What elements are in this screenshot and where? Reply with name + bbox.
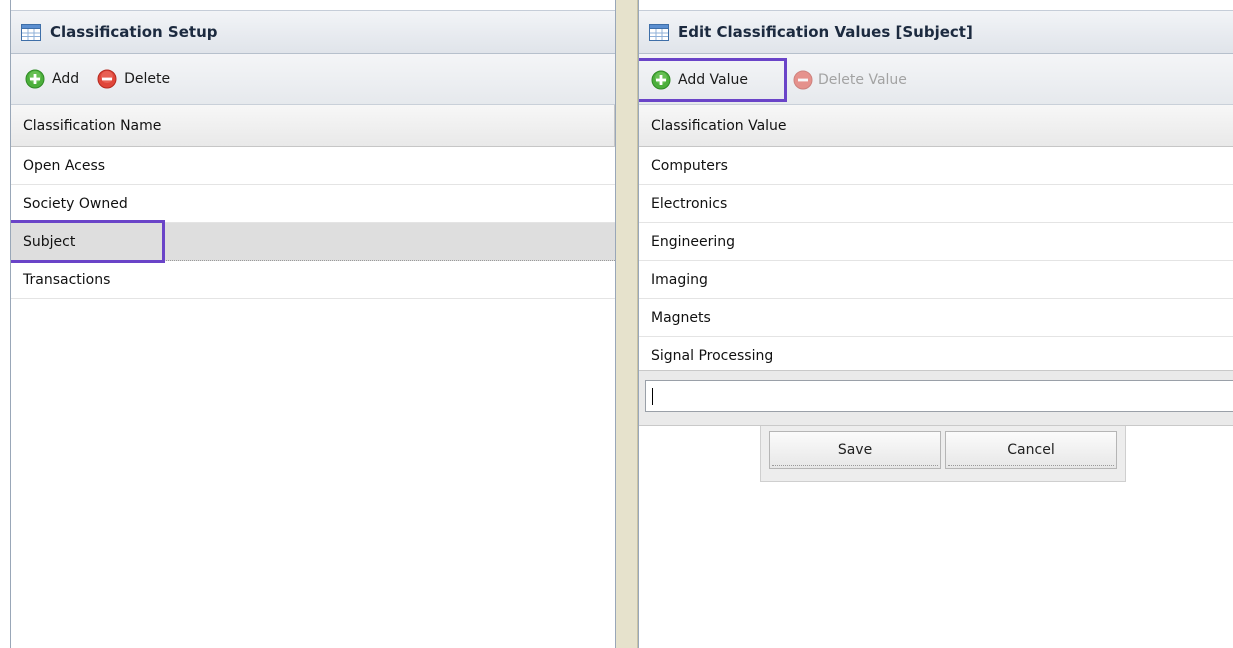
column-header-label: Classification Value bbox=[651, 117, 787, 134]
classification-setup-header: Classification Setup bbox=[11, 10, 615, 54]
add-value-label: Add Value bbox=[678, 72, 748, 88]
classification-setup-panel: Classification Setup Add Delete Classifi… bbox=[10, 0, 616, 648]
add-value-button[interactable]: Add Value bbox=[639, 58, 787, 102]
panel-title: Classification Setup bbox=[50, 23, 218, 41]
row-label: Signal Processing bbox=[651, 348, 774, 364]
values-toolbar: Add Value Delete Value bbox=[639, 54, 1233, 105]
delete-classification-button[interactable]: Delete bbox=[97, 69, 170, 89]
delete-value-button[interactable]: Delete Value bbox=[793, 70, 907, 90]
add-label: Add bbox=[52, 71, 80, 87]
row-label: Subject bbox=[23, 233, 76, 250]
delete-value-label: Delete Value bbox=[818, 72, 907, 88]
panel-title: Edit Classification Values [Subject] bbox=[678, 23, 973, 41]
editor-actions: Save Cancel bbox=[760, 426, 1126, 482]
new-value-input[interactable] bbox=[645, 380, 1233, 412]
value-row-computers[interactable]: Computers bbox=[639, 147, 1233, 185]
value-row-engineering[interactable]: Engineering bbox=[639, 223, 1233, 261]
save-button[interactable]: Save bbox=[769, 431, 941, 469]
row-label: Magnets bbox=[651, 309, 711, 326]
row-label: Imaging bbox=[651, 271, 708, 288]
cancel-button[interactable]: Cancel bbox=[945, 431, 1117, 469]
cancel-label: Cancel bbox=[1007, 442, 1055, 458]
classification-row-society-owned[interactable]: Society Owned bbox=[11, 185, 615, 223]
delete-icon bbox=[97, 69, 117, 89]
row-label: Electronics bbox=[651, 195, 728, 212]
value-row-electronics[interactable]: Electronics bbox=[639, 185, 1233, 223]
classification-list: Open Acess Society Owned Subject Transac… bbox=[11, 147, 615, 299]
row-label: Society Owned bbox=[23, 195, 128, 212]
delete-icon bbox=[793, 70, 813, 90]
focus-dotted-line bbox=[948, 465, 1114, 466]
save-label: Save bbox=[837, 442, 873, 458]
add-icon bbox=[25, 69, 45, 89]
value-row-imaging[interactable]: Imaging bbox=[639, 261, 1233, 299]
column-header-label: Classification Name bbox=[23, 117, 162, 134]
new-value-editor-row bbox=[639, 370, 1233, 426]
edit-classification-values-panel: Edit Classification Values [Subject] Add… bbox=[638, 0, 1233, 648]
panel-splitter[interactable] bbox=[616, 0, 638, 648]
classification-value-list: Computers Electronics Engineering Imagin… bbox=[639, 147, 1233, 375]
classification-row-subject[interactable]: Subject bbox=[11, 220, 615, 263]
row-label: Open Acess bbox=[23, 157, 106, 174]
row-label: Transactions bbox=[23, 271, 111, 288]
classification-toolbar: Add Delete bbox=[11, 54, 615, 105]
edit-values-header: Edit Classification Values [Subject] bbox=[639, 10, 1233, 54]
delete-label: Delete bbox=[124, 71, 171, 87]
row-label: Computers bbox=[651, 157, 728, 174]
classification-row-open-acess[interactable]: Open Acess bbox=[11, 147, 615, 185]
text-caret bbox=[652, 388, 653, 405]
add-icon bbox=[651, 70, 671, 90]
value-row-magnets[interactable]: Magnets bbox=[639, 299, 1233, 337]
row-label: Engineering bbox=[651, 233, 735, 250]
add-classification-button[interactable]: Add bbox=[25, 69, 79, 89]
classification-value-column-header[interactable]: Classification Value bbox=[639, 105, 1233, 147]
classification-name-column-header[interactable]: Classification Name bbox=[11, 105, 615, 147]
classification-row-transactions[interactable]: Transactions bbox=[11, 261, 615, 299]
focus-dotted-line bbox=[772, 465, 938, 466]
grid-table-icon bbox=[21, 23, 41, 41]
grid-table-icon bbox=[649, 23, 669, 41]
column-separator bbox=[614, 105, 615, 146]
